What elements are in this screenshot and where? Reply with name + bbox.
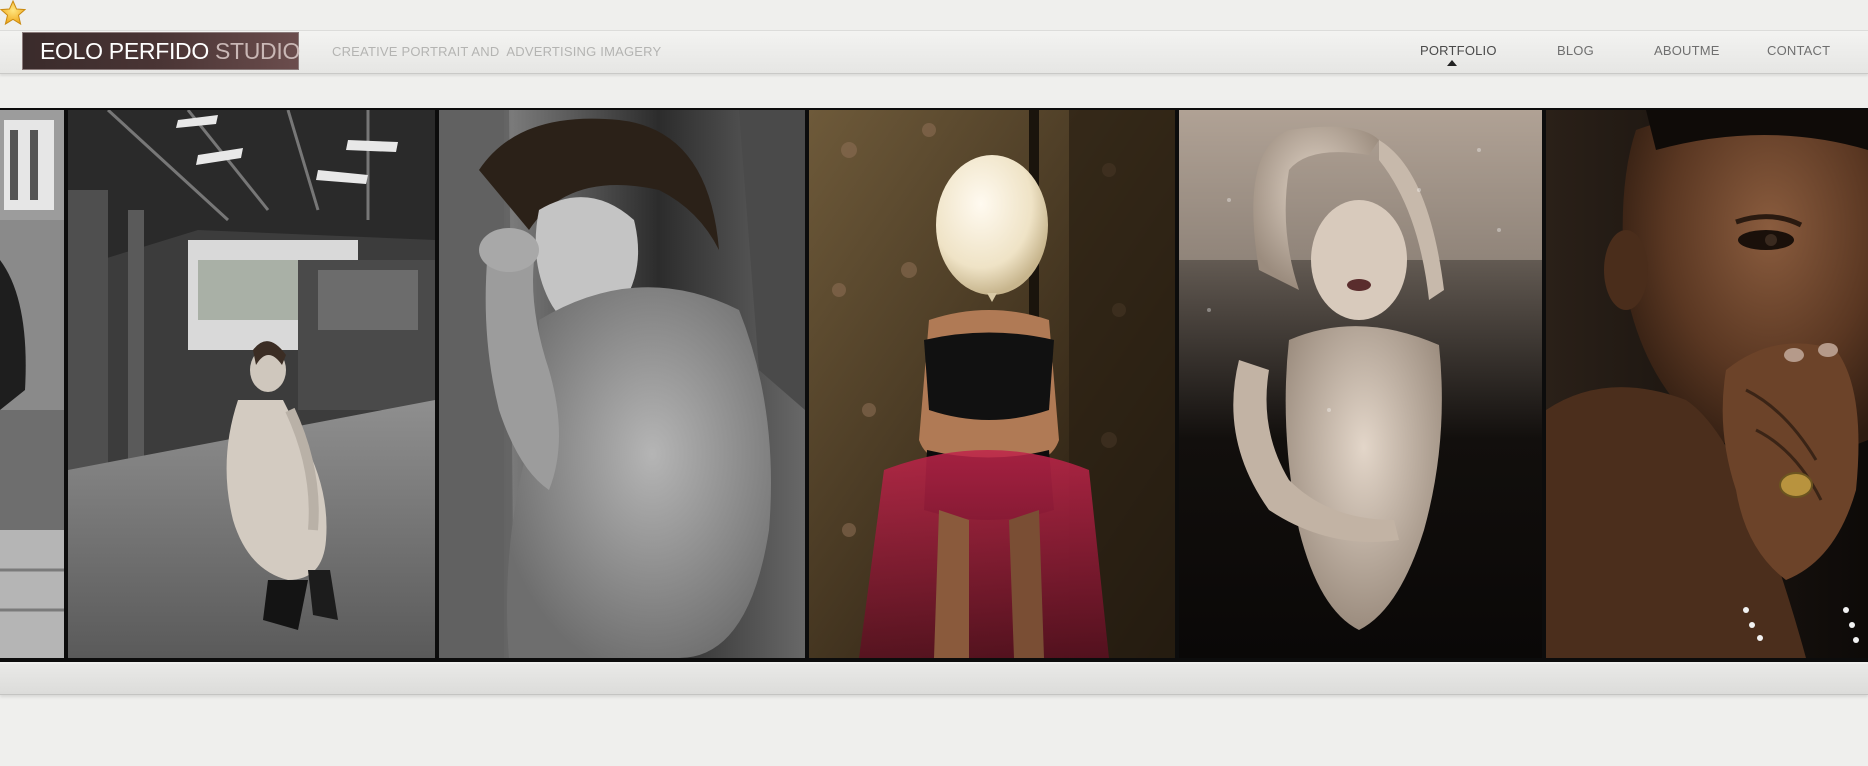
gallery-photo-balloon-woman[interactable]: [809, 110, 1175, 658]
gallery-photo-warehouse-figure[interactable]: [68, 110, 435, 658]
logo-name: EOLO PERFIDO: [40, 37, 209, 64]
gallery-photo-man-portrait[interactable]: [1546, 110, 1868, 658]
gallery-photo-partial-architecture[interactable]: [0, 110, 64, 658]
logo-studio: STUDIO: [214, 37, 301, 64]
site-logo[interactable]: EOLO PERFIDO STUDIO: [22, 32, 301, 70]
nav-item-portfolio[interactable]: PORTFOLIO: [1420, 43, 1497, 58]
caret-up-icon: [1447, 60, 1457, 66]
nav-item-blog[interactable]: BLOG: [1557, 43, 1594, 58]
gallery-photo-glass-woman[interactable]: [1179, 110, 1542, 658]
bottom-bar: [0, 664, 1868, 695]
nav-item-contact[interactable]: CONTACT: [1767, 43, 1830, 58]
nav-item-aboutme[interactable]: ABOUTME: [1654, 43, 1720, 58]
portfolio-gallery-strip[interactable]: [0, 108, 1868, 662]
star-icon: [0, 0, 26, 26]
gallery-photo-woman-wall[interactable]: [439, 110, 805, 658]
site-tagline: CREATIVE PORTRAIT AND ADVERTISING IMAGER…: [332, 44, 662, 59]
